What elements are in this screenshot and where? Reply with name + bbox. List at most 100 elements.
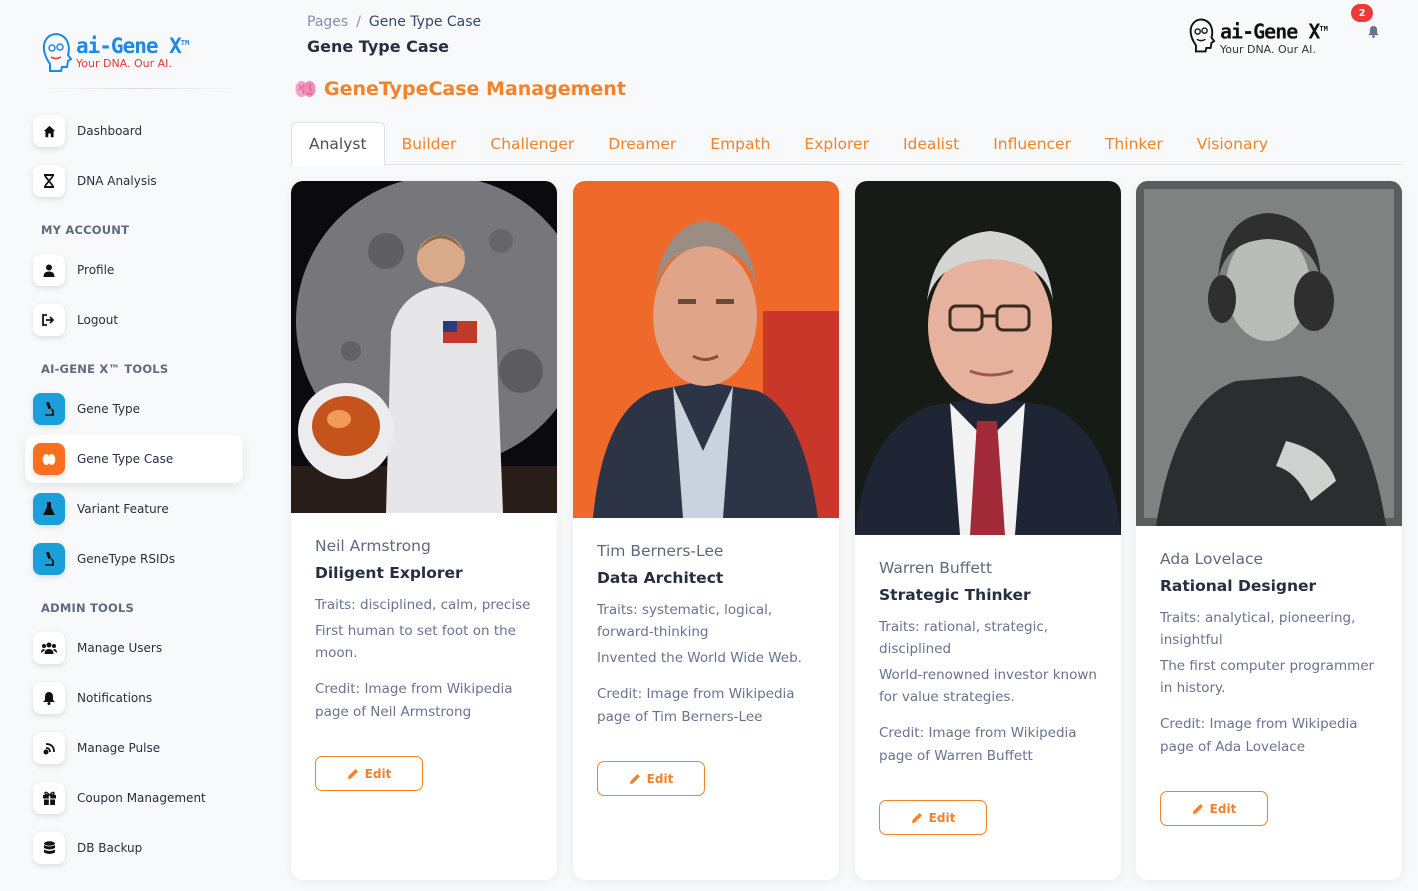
- card-description: World-renowned investor known for value …: [879, 667, 1097, 705]
- pulse-icon: [33, 732, 65, 764]
- gift-icon: [33, 782, 65, 814]
- user-icon: [33, 254, 65, 286]
- brand-tagline: Your DNA. Our AI.: [76, 57, 172, 70]
- brand-name: ai-Gene X: [76, 34, 182, 58]
- sidebar-item-db-backup[interactable]: DB Backup: [25, 824, 243, 872]
- pencil-icon: [347, 768, 358, 779]
- sidebar-item-variant-feature[interactable]: Variant Feature: [25, 485, 243, 533]
- card-photo: [291, 181, 557, 513]
- tab-challenger[interactable]: Challenger: [473, 122, 591, 165]
- logo-head-icon: [42, 32, 73, 72]
- edit-button[interactable]: Edit: [879, 800, 987, 835]
- edit-button-label: Edit: [646, 771, 674, 786]
- gene-case-card: Warren Buffett Strategic Thinker Traits:…: [855, 181, 1121, 880]
- tab-idealist[interactable]: Idealist: [886, 122, 976, 165]
- breadcrumb: Pages / Gene Type Case: [307, 14, 481, 30]
- card-description: Invented the World Wide Web.: [597, 650, 802, 666]
- sidebar-item-label: Coupon Management: [77, 791, 206, 805]
- card-photo: [855, 181, 1121, 535]
- card-credit: Credit: Image from Wikipedia page of Tim…: [597, 686, 795, 725]
- card-traits: Traits: disciplined, calm, precise: [315, 597, 531, 613]
- sidebar-item-label: Dashboard: [77, 124, 143, 138]
- users-icon: [33, 632, 65, 664]
- breadcrumb-current: Gene Type Case: [368, 14, 482, 30]
- sidebar-divider: [40, 88, 240, 89]
- sidebar-item-coupon-management[interactable]: Coupon Management: [25, 774, 243, 822]
- sidebar-item-label: Gene Type: [77, 402, 141, 416]
- sidebar-item-gene-type-case[interactable]: Gene Type Case: [25, 435, 243, 483]
- brand-logo[interactable]: ai-Gene XTM Your DNA. Our AI.: [40, 30, 189, 74]
- card-person-name: Ada Lovelace: [1160, 550, 1264, 568]
- edit-button[interactable]: Edit: [1160, 791, 1268, 826]
- sidebar-item-label: Notifications: [77, 691, 153, 705]
- sidebar-item-dashboard[interactable]: Dashboard: [25, 107, 243, 155]
- tab-influencer[interactable]: Influencer: [976, 122, 1088, 165]
- tab-empath[interactable]: Empath: [693, 122, 787, 165]
- pencil-icon: [1192, 803, 1203, 814]
- breadcrumb-root[interactable]: Pages: [307, 14, 348, 30]
- bell-icon: [33, 682, 65, 714]
- management-title: GeneTypeCase Management: [324, 78, 626, 100]
- sidebar-item-label: Gene Type Case: [77, 452, 174, 466]
- flask-icon: [33, 493, 65, 525]
- brain-icon: [295, 81, 316, 97]
- microscope-icon: [33, 543, 65, 575]
- brand-tm: TM: [1319, 25, 1328, 33]
- edit-button[interactable]: Edit: [597, 761, 705, 796]
- portrait-photo: [855, 181, 1121, 535]
- tab-analyst[interactable]: Analyst: [291, 122, 385, 166]
- breadcrumb-separator: /: [356, 14, 361, 30]
- gene-case-card: Neil Armstrong Diligent Explorer Traits:…: [291, 181, 557, 880]
- section-admin-tools: ADMIN TOOLS: [41, 601, 135, 615]
- brain-icon: [33, 443, 65, 475]
- page-title: Gene Type Case: [307, 37, 450, 56]
- logo-head-icon: [1189, 18, 1216, 53]
- sidebar-item-label: Manage Users: [77, 641, 163, 655]
- header-logo: ai-Gene XTM Your DNA. Our AI.: [1186, 16, 1328, 56]
- gene-type-tabs: Analyst Builder Challenger Dreamer Empat…: [291, 122, 1402, 166]
- sidebar: ai-Gene XTM Your DNA. Our AI. Dashboard …: [0, 0, 268, 891]
- card-photo: [1136, 181, 1402, 526]
- sidebar-item-manage-users[interactable]: Manage Users: [25, 624, 243, 672]
- tab-visionary[interactable]: Visionary: [1180, 122, 1285, 165]
- microscope-icon: [33, 393, 65, 425]
- tab-explorer[interactable]: Explorer: [787, 122, 886, 165]
- sidebar-item-logout[interactable]: Logout: [25, 296, 243, 344]
- brand-tm: TM: [180, 39, 190, 47]
- card-traits: Traits: rational, strategic, disciplined: [879, 619, 1049, 657]
- tab-thinker[interactable]: Thinker: [1088, 122, 1180, 165]
- brand-name: ai-Gene X: [1220, 19, 1320, 44]
- tab-builder[interactable]: Builder: [385, 122, 474, 165]
- sidebar-item-label: Profile: [77, 263, 115, 277]
- brand-tagline: Your DNA. Our AI.: [1220, 42, 1316, 56]
- edit-button-label: Edit: [928, 810, 956, 825]
- section-my-account: MY ACCOUNT: [41, 223, 130, 237]
- sidebar-item-label: Manage Pulse: [77, 741, 161, 755]
- card-traits: Traits: systematic, logical, forward-thi…: [597, 602, 773, 640]
- sidebar-item-label: Logout: [77, 313, 119, 327]
- sidebar-item-gene-type[interactable]: Gene Type: [25, 385, 243, 433]
- notifications-bell[interactable]: [1364, 22, 1382, 40]
- sidebar-item-manage-pulse[interactable]: Manage Pulse: [25, 724, 243, 772]
- logout-icon: [33, 304, 65, 336]
- section-tools: AI-GENE X™ TOOLS: [41, 362, 169, 376]
- card-gene-case-title: Strategic Thinker: [879, 586, 1031, 604]
- sidebar-item-notifications[interactable]: Notifications: [25, 674, 243, 722]
- card-credit: Credit: Image from Wikipedia page of War…: [879, 725, 1077, 764]
- card-person-name: Neil Armstrong: [315, 537, 431, 555]
- card-credit: Credit: Image from Wikipedia page of Nei…: [315, 681, 513, 720]
- sidebar-item-genetype-rsids[interactable]: GeneType RSIDs: [25, 535, 243, 583]
- astronaut-photo: [291, 181, 557, 513]
- tab-dreamer[interactable]: Dreamer: [591, 122, 693, 165]
- card-credit: Credit: Image from Wikipedia page of Ada…: [1160, 716, 1358, 755]
- sidebar-item-profile[interactable]: Profile: [25, 246, 243, 294]
- sidebar-item-label: DNA Analysis: [77, 174, 157, 188]
- card-gene-case-title: Data Architect: [597, 569, 724, 587]
- daguerreotype-photo: [1136, 181, 1402, 526]
- edit-button[interactable]: Edit: [315, 756, 423, 791]
- sidebar-item-dna-analysis[interactable]: DNA Analysis: [25, 157, 243, 205]
- edit-button-label: Edit: [364, 766, 392, 781]
- bell-icon: [1367, 25, 1379, 38]
- pencil-icon: [911, 812, 922, 823]
- sidebar-item-label: Variant Feature: [77, 502, 169, 516]
